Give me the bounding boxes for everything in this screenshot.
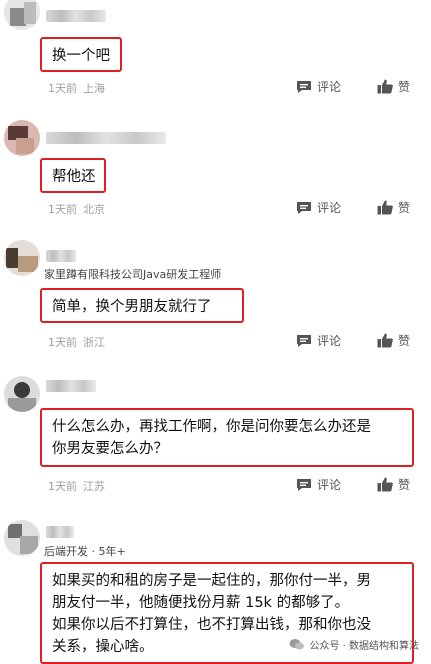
user-title: 家里蹲有限科技公司Java研发工程师	[44, 268, 222, 281]
comment-text-line: 如果买的和租的房子是一起住的，那你付一半，男	[52, 573, 371, 589]
comment-time: 1天前	[48, 82, 77, 95]
avatar[interactable]	[4, 240, 40, 276]
comment-meta: 1天前 浙江	[48, 334, 105, 350]
username-redacted	[46, 132, 166, 144]
thumbs-up-icon	[377, 333, 393, 348]
avatar[interactable]	[4, 120, 40, 156]
username-redacted	[46, 250, 76, 262]
avatar[interactable]	[4, 376, 40, 412]
comment-bubble-icon	[297, 80, 311, 93]
username-redacted	[46, 526, 74, 538]
username-redacted	[46, 380, 96, 392]
comment-bubble-icon	[297, 478, 311, 491]
reply-button[interactable]: 评论	[296, 476, 341, 493]
like-label: 赞	[398, 80, 411, 94]
comment-location: 江苏	[83, 480, 105, 493]
avatar[interactable]	[4, 0, 40, 30]
comment-time: 1天前	[48, 480, 77, 493]
like-label: 赞	[398, 478, 411, 492]
reply-label: 评论	[317, 334, 342, 348]
comment-text-line: 简单，换个男朋友就行了	[52, 299, 212, 315]
wechat-icon	[289, 639, 305, 650]
reply-label: 评论	[317, 478, 342, 492]
reply-label: 评论	[317, 80, 342, 94]
comment-location: 上海	[83, 82, 105, 95]
comment-text-box: 什么怎么办，再找工作啊，你是问你要怎么办还是 你男友要怎么办？	[40, 408, 414, 467]
thumbs-up-icon	[377, 477, 393, 492]
comment-time: 1天前	[48, 336, 77, 349]
comment-text-line: 换一个吧	[52, 48, 110, 64]
comment-text-line: 朋友付一半，他随便找份月薪 15k 的都够了。	[52, 595, 350, 611]
reply-button[interactable]: 评论	[296, 199, 341, 216]
username-redacted	[46, 10, 106, 22]
like-label: 赞	[398, 334, 411, 348]
comment-bubble-icon	[297, 334, 311, 347]
comment-location: 浙江	[83, 336, 105, 349]
comment-text-box: 简单，换个男朋友就行了	[40, 288, 244, 323]
watermark-text: 公众号 · 数据结构和算法	[309, 641, 419, 652]
like-button[interactable]: 赞	[377, 476, 410, 493]
comment-bubble-icon	[297, 201, 311, 214]
thumbs-up-icon	[377, 79, 393, 94]
comment-text-line: 你男友要怎么办？	[52, 441, 168, 457]
like-button[interactable]: 赞	[377, 199, 410, 216]
comment-meta: 1天前 上海	[48, 80, 105, 96]
comment-time: 1天前	[48, 203, 77, 216]
comment-text-line: 如果你以后不打算住，也不打算出钱，那和你也没	[52, 617, 371, 633]
thumbs-up-icon	[377, 200, 393, 215]
reply-button[interactable]: 评论	[296, 78, 341, 95]
like-button[interactable]: 赞	[377, 332, 410, 349]
comment-meta: 1天前 江苏	[48, 478, 105, 494]
watermark: 公众号 · 数据结构和算法	[289, 637, 419, 652]
comment-text-box: 帮他还	[40, 158, 106, 193]
reply-label: 评论	[317, 201, 342, 215]
user-title: 后端开发 · 5年+	[44, 545, 126, 558]
like-button[interactable]: 赞	[377, 78, 410, 95]
like-label: 赞	[398, 201, 411, 215]
comment-location: 北京	[83, 203, 105, 216]
avatar[interactable]	[4, 520, 40, 556]
comment-meta: 1天前 北京	[48, 201, 105, 217]
reply-button[interactable]: 评论	[296, 332, 341, 349]
comment-text-box: 换一个吧	[40, 37, 122, 72]
comment-text-line: 帮他还	[52, 169, 96, 185]
comment-text-line: 什么怎么办，再找工作啊，你是问你要怎么办还是	[52, 419, 371, 435]
